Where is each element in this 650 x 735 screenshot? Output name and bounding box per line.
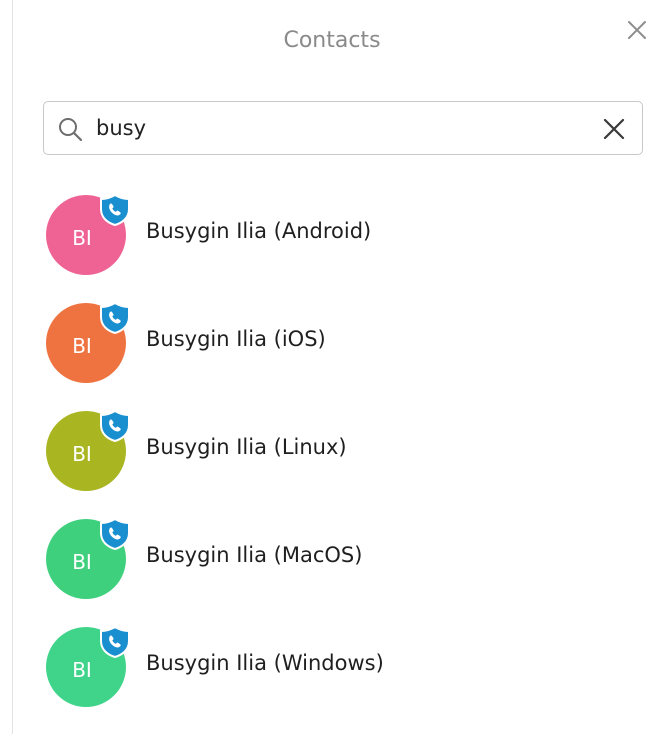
contact-item[interactable]: BI Busygin Ilia (Android) (43, 193, 643, 303)
contact-name: Busygin Ilia (MacOS) (146, 543, 363, 567)
search-box[interactable] (43, 101, 643, 155)
close-icon (628, 21, 646, 39)
contact-item[interactable]: BI Busygin Ilia (Windows) (43, 625, 643, 735)
phone-shield-icon (100, 301, 130, 335)
phone-shield-icon (100, 409, 130, 443)
phone-shield-icon (100, 193, 130, 227)
dialog-title: Contacts (283, 28, 381, 53)
contacts-dialog: Contacts BI Busygin Ilia (Android) BI (12, 0, 650, 734)
contact-name: Busygin Ilia (Windows) (146, 651, 384, 675)
clear-icon (603, 118, 625, 140)
search-input[interactable] (96, 110, 576, 146)
contact-name: Busygin Ilia (Android) (146, 219, 372, 243)
close-button[interactable] (625, 18, 649, 42)
phone-shield-icon (100, 517, 130, 551)
contact-name: Busygin Ilia (Linux) (146, 435, 347, 459)
phone-shield-icon (100, 625, 130, 659)
contact-item[interactable]: BI Busygin Ilia (MacOS) (43, 517, 643, 627)
contact-list: BI Busygin Ilia (Android) BI Busygin Ili… (43, 193, 643, 735)
contact-item[interactable]: BI Busygin Ilia (iOS) (43, 301, 643, 411)
contact-item[interactable]: BI Busygin Ilia (Linux) (43, 409, 643, 519)
clear-search-button[interactable] (602, 117, 626, 141)
contact-name: Busygin Ilia (iOS) (146, 327, 326, 351)
search-icon (59, 118, 83, 142)
